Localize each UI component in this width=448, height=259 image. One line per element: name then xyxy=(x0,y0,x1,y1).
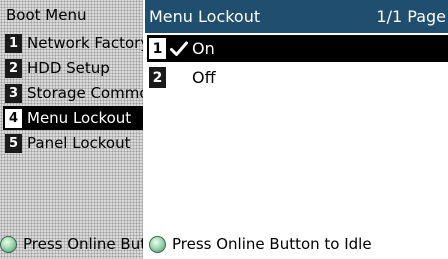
boot-menu-title: Boot Menu xyxy=(6,6,87,24)
item-number: 2 xyxy=(5,58,22,78)
status-message-text: Press Online Button to Idle xyxy=(172,235,372,253)
item-number: 5 xyxy=(5,133,22,153)
online-led-icon xyxy=(149,235,166,253)
option-off[interactable]: 2 Off xyxy=(147,64,448,91)
boot-menu-item-menu-lockout[interactable]: 4 Menu Lockout xyxy=(3,106,143,130)
boot-menu-footer: Press Online Button to Idle xyxy=(0,229,143,259)
menu-lockout-panel: Menu Lockout 1/1 Page 1 On 2 Off Press O… xyxy=(145,0,448,259)
option-label: On xyxy=(192,39,215,58)
boot-menu-item-label: Storage Common Setup xyxy=(27,84,143,102)
page-indicator: 1/1 Page xyxy=(376,7,446,26)
panel-header: Menu Lockout 1/1 Page xyxy=(145,0,448,33)
boot-menu-footer-text: Press Online Button to Idle xyxy=(23,235,143,253)
item-number: 3 xyxy=(5,83,22,103)
boot-menu-item-storage-common-setup[interactable]: 3 Storage Common Setup xyxy=(5,81,143,105)
status-message: Press Online Button to Idle xyxy=(147,229,448,259)
boot-menu-item-hdd-setup[interactable]: 2 HDD Setup xyxy=(5,56,143,80)
online-led-icon xyxy=(0,235,17,253)
boot-menu-item-label: Panel Lockout xyxy=(27,134,131,152)
boot-menu-item-label: Network Factory Defaults xyxy=(27,34,143,52)
option-number: 2 xyxy=(149,67,166,88)
item-number: 4 xyxy=(5,108,22,128)
item-number: 1 xyxy=(5,33,22,53)
check-icon xyxy=(170,41,190,57)
option-on[interactable]: 1 On xyxy=(147,35,448,62)
boot-menu-item-label: HDD Setup xyxy=(27,59,110,77)
boot-menu-item-panel-lockout[interactable]: 5 Panel Lockout xyxy=(5,131,143,155)
boot-menu-item-label: Menu Lockout xyxy=(27,109,132,127)
panel-title: Menu Lockout xyxy=(149,7,261,26)
option-number: 1 xyxy=(149,38,166,59)
boot-menu-item-network-factory-defaults[interactable]: 1 Network Factory Defaults xyxy=(5,31,143,55)
boot-menu-panel: Boot Menu 1 Network Factory Defaults 2 H… xyxy=(0,0,145,259)
option-label: Off xyxy=(192,68,216,87)
